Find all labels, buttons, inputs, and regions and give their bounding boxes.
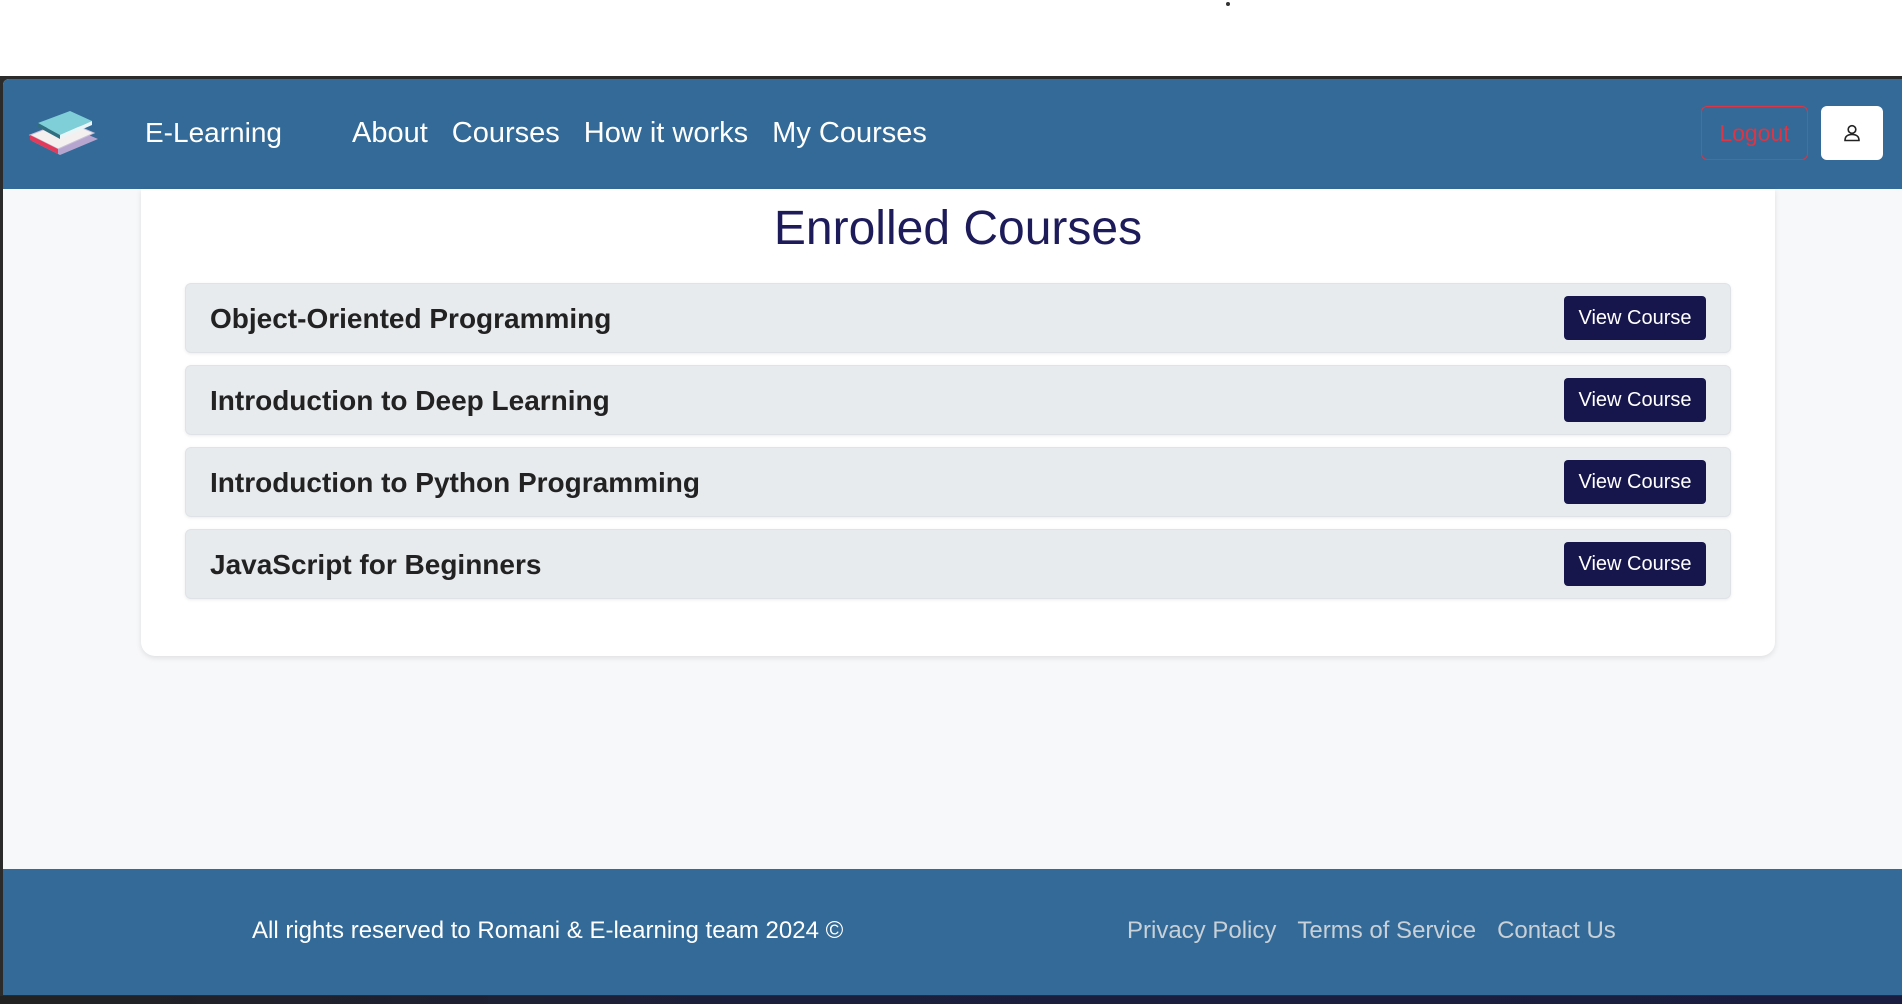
footer-link-contact-us[interactable]: Contact Us [1497, 917, 1616, 945]
view-course-button[interactable]: View Course [1564, 460, 1706, 504]
course-list: Object-Oriented Programming View Course … [185, 283, 1731, 611]
footer-links: Privacy Policy Terms of Service Contact … [1127, 917, 1616, 945]
course-name: Introduction to Python Programming [210, 467, 700, 498]
course-name: Introduction to Deep Learning [210, 385, 610, 416]
logout-button[interactable]: Logout [1701, 106, 1808, 160]
enrolled-courses-card: Enrolled Courses Object-Oriented Program… [141, 189, 1775, 656]
course-name: JavaScript for Beginners [210, 549, 542, 580]
nav-link-about[interactable]: About [352, 117, 428, 150]
app-window: E-Learning About Courses How it works My… [0, 76, 1902, 1004]
books-icon[interactable] [26, 105, 104, 161]
view-course-button[interactable]: View Course [1564, 378, 1706, 422]
footer-link-privacy-policy[interactable]: Privacy Policy [1127, 917, 1276, 945]
nav-link-my-courses[interactable]: My Courses [772, 117, 927, 150]
footer: All rights reserved to Romani & E-learni… [3, 869, 1902, 995]
course-name: Object-Oriented Programming [210, 303, 612, 334]
footer-link-terms-of-service[interactable]: Terms of Service [1297, 917, 1476, 945]
navbar: E-Learning About Courses How it works My… [3, 79, 1902, 189]
taskbar-edge [0, 996, 1902, 1004]
view-course-button[interactable]: View Course [1564, 542, 1706, 586]
app-viewport: E-Learning About Courses How it works My… [3, 79, 1902, 995]
copyright-text: All rights reserved to Romani & E-learni… [252, 917, 844, 944]
course-item: JavaScript for Beginners View Course [185, 529, 1731, 599]
view-course-button[interactable]: View Course [1564, 296, 1706, 340]
nav-link-courses[interactable]: Courses [452, 117, 560, 150]
browser-top-area [0, 0, 1902, 76]
user-icon [1844, 124, 1860, 142]
course-item: Introduction to Python Programming View … [185, 447, 1731, 517]
page-title: Enrolled Courses [773, 202, 1143, 255]
nav-links: About Courses How it works My Courses [352, 117, 927, 150]
profile-button[interactable] [1821, 106, 1883, 160]
course-item: Introduction to Deep Learning View Cours… [185, 365, 1731, 435]
cursor-dot [1226, 2, 1230, 6]
brand-name[interactable]: E-Learning [145, 117, 282, 149]
course-item: Object-Oriented Programming View Course [185, 283, 1731, 353]
nav-link-how-it-works[interactable]: How it works [584, 117, 748, 150]
